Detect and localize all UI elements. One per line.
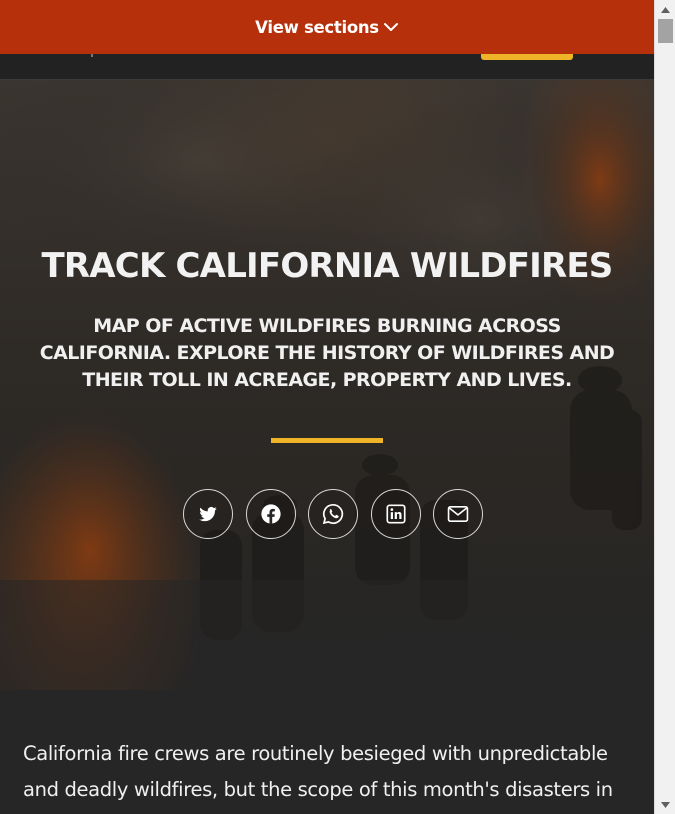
share-facebook-button[interactable] [246,489,296,539]
mail-icon [447,505,469,523]
scrollbar[interactable] [654,0,675,814]
facebook-icon [260,503,282,525]
share-twitter-button[interactable] [183,489,233,539]
twitter-icon [197,504,219,524]
subscribe-button[interactable] [481,54,573,60]
title-divider [271,438,383,443]
page-title: TRACK CALIFORNIA WILDFIRES [41,246,614,286]
view-sections-label: View sections [255,17,379,37]
share-buttons [183,489,483,539]
article-paragraph: California fire crews are routinely besi… [23,742,613,801]
scroll-down-arrow-icon[interactable] [655,796,675,813]
sections-bar: View sections [0,0,654,54]
page-viewport: View sections TRACK CALIFORNIA WILDFIRES… [0,0,654,814]
hero-banner: TRACK CALIFORNIA WILDFIRES MAP OF ACTIVE… [0,80,654,690]
share-linkedin-button[interactable] [371,489,421,539]
chevron-down-icon [383,21,399,33]
scrollbar-thumb[interactable] [658,19,673,43]
whatsapp-icon [321,502,345,526]
nav-divider [91,54,93,57]
share-whatsapp-button[interactable] [308,489,358,539]
view-sections-button[interactable]: View sections [255,18,399,37]
site-nav-remnant [0,54,654,80]
linkedin-icon [385,503,407,525]
scroll-up-arrow-icon[interactable] [655,1,675,18]
share-email-button[interactable] [433,489,483,539]
page-subtitle: MAP OF ACTIVE WILDFIRES BURNING ACROSS C… [39,315,615,391]
